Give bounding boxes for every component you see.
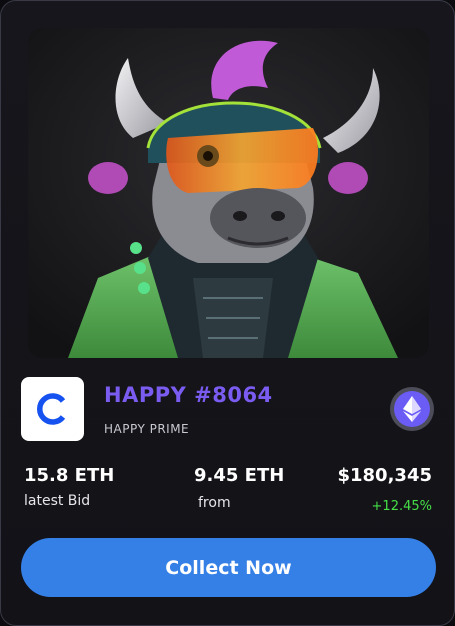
collection-name[interactable]: HAPPY PRIME — [104, 422, 189, 436]
latest-bid-value: 15.8 ETH — [24, 465, 115, 486]
bull-ape-illustration — [28, 28, 429, 358]
coinbase-c-icon — [36, 393, 65, 425]
usd-value: $180,345 — [337, 465, 432, 486]
ethereum-icon — [394, 391, 430, 427]
latest-bid-label: latest Bid — [24, 493, 91, 509]
nft-artwork[interactable] — [28, 28, 429, 358]
currency-badge — [390, 387, 434, 431]
price-change: +12.45% — [371, 499, 432, 514]
marketplace-logo — [21, 377, 84, 441]
nft-card: HAPPY #8064 HAPPY PRIME 15.8 ETH latest … — [0, 0, 455, 626]
from-price-value: 9.45 ETH — [194, 465, 285, 486]
nft-title[interactable]: HAPPY #8064 — [104, 383, 273, 407]
collect-now-button[interactable]: Collect Now — [21, 538, 436, 597]
from-price-label: from — [198, 495, 231, 511]
